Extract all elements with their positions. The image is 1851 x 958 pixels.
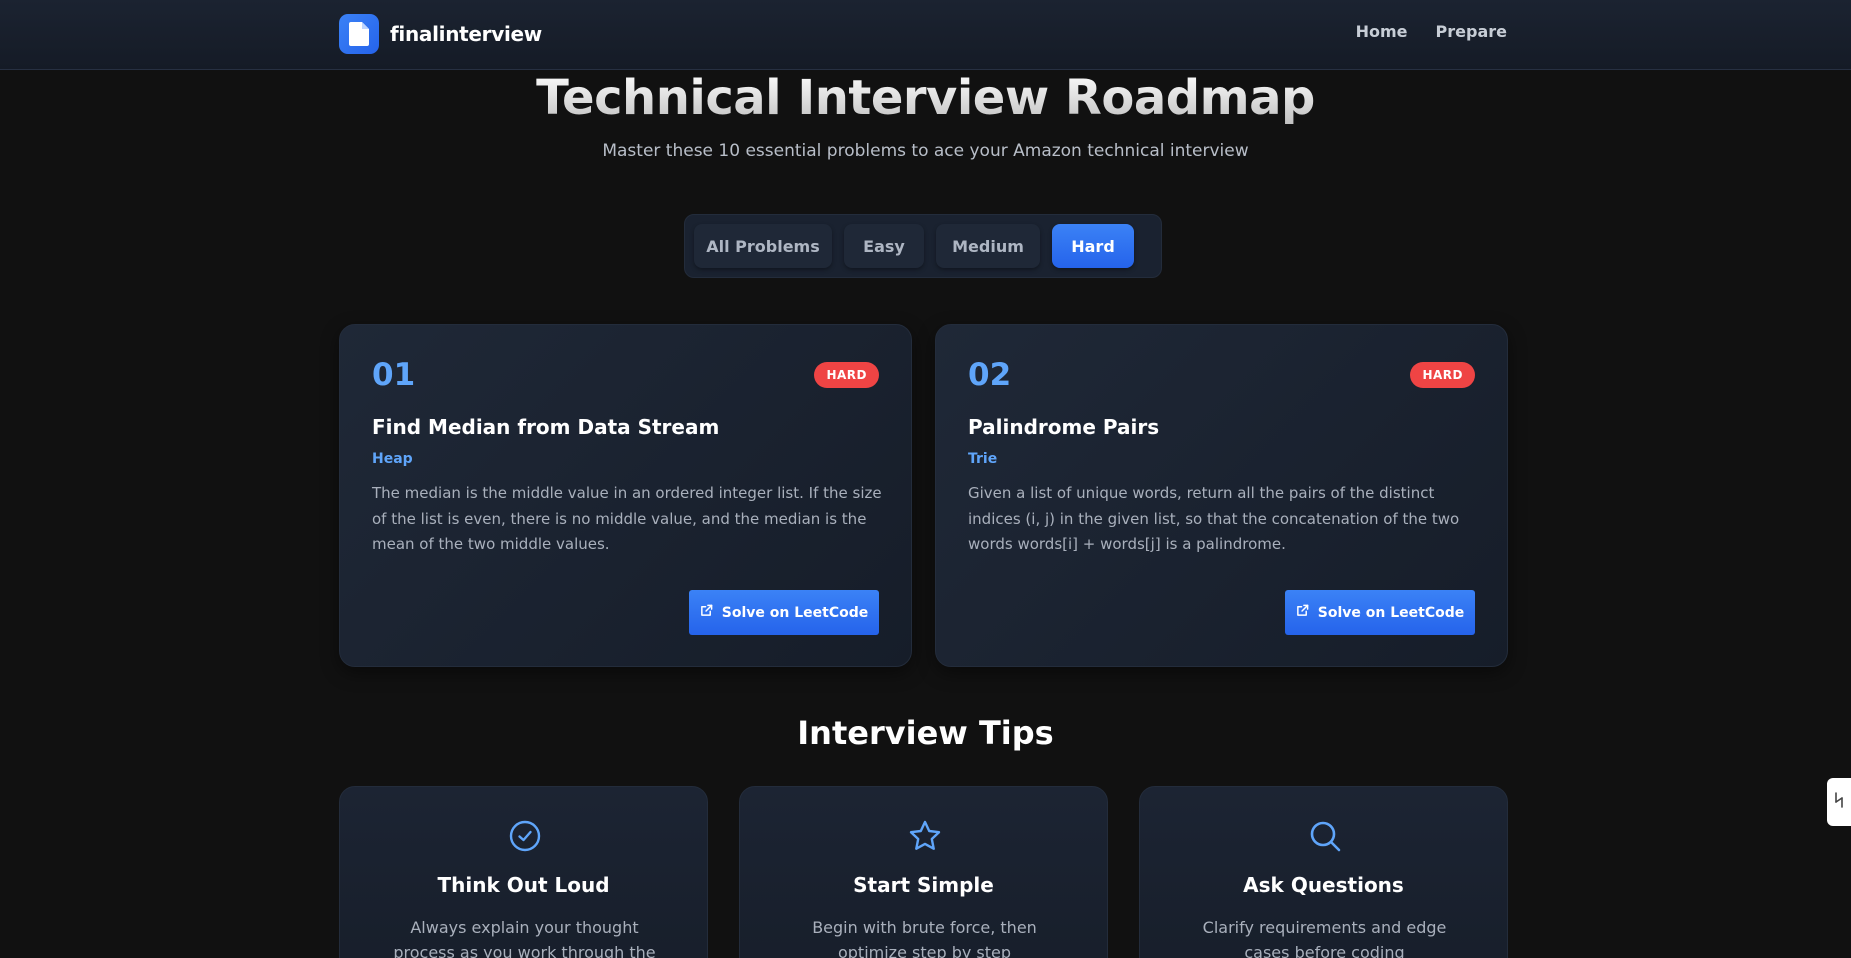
- tip-title: Ask Questions: [1243, 873, 1404, 897]
- difficulty-badge: HARD: [814, 362, 879, 388]
- solve-button-label: Solve on LeetCode: [721, 604, 869, 621]
- star-icon: [908, 819, 942, 853]
- tip-card: Ask Questions Clarify requirements and e…: [1139, 786, 1508, 958]
- problem-category: Heap: [372, 451, 413, 467]
- filter-hard[interactable]: Hard: [1052, 224, 1134, 268]
- tips-heading: Interview Tips: [797, 714, 1054, 752]
- problem-number: 01: [372, 357, 416, 393]
- nav-home-link[interactable]: Home: [1356, 22, 1408, 41]
- tip-text: Begin with brute force, then optimize st…: [812, 918, 1037, 958]
- main-nav: Home Prepare: [1356, 22, 1507, 41]
- page-subtitle: Master these 10 essential problems to ac…: [602, 141, 1249, 161]
- problem-number: 02: [968, 357, 1012, 393]
- tip-card: Start Simple Begin with brute force, the…: [739, 786, 1108, 958]
- difficulty-filter: All Problems Easy Medium Hard: [684, 214, 1162, 278]
- tip-title: Start Simple: [853, 873, 994, 897]
- brand-name: finalinterview: [390, 22, 542, 46]
- solve-button-label: Solve on LeetCode: [1317, 604, 1465, 621]
- solve-on-leetcode-button[interactable]: Solve on LeetCode: [689, 590, 879, 635]
- problem-title: Find Median from Data Stream: [372, 415, 720, 439]
- problem-title: Palindrome Pairs: [968, 415, 1160, 439]
- filter-medium[interactable]: Medium: [936, 224, 1040, 268]
- search-icon: [1308, 819, 1342, 853]
- external-link-icon: [700, 604, 713, 621]
- problem-category: Trie: [968, 451, 998, 467]
- tip-text: Clarify requirements and edge cases befo…: [1202, 918, 1447, 958]
- difficulty-badge: HARD: [1410, 362, 1475, 388]
- pin-icon: [1833, 790, 1845, 814]
- tip-card: Think Out Loud Always explain your thoug…: [339, 786, 708, 958]
- page-title: Technical Interview Roadmap: [0, 70, 1851, 126]
- problem-description: Given a list of unique words, return all…: [968, 484, 1460, 553]
- filter-all-problems[interactable]: All Problems: [694, 224, 832, 268]
- solve-on-leetcode-button[interactable]: Solve on LeetCode: [1285, 590, 1475, 635]
- side-panel-toggle[interactable]: [1827, 778, 1851, 826]
- tip-title: Think Out Loud: [437, 873, 610, 897]
- document-icon: [339, 14, 379, 54]
- problem-card: 02 HARD Palindrome Pairs Trie Given a li…: [935, 324, 1508, 667]
- external-link-icon: [1296, 604, 1309, 621]
- top-navbar: finalinterview Home Prepare: [0, 0, 1851, 70]
- problem-card: 01 HARD Find Median from Data Stream Hea…: [339, 324, 912, 667]
- brand[interactable]: finalinterview: [339, 14, 542, 54]
- tip-text: Always explain your thought process as y…: [393, 918, 656, 958]
- check-circle-icon: [508, 819, 542, 853]
- nav-prepare-link[interactable]: Prepare: [1436, 22, 1507, 41]
- problem-description: The median is the middle value in an ord…: [372, 484, 882, 553]
- filter-easy[interactable]: Easy: [844, 224, 924, 268]
